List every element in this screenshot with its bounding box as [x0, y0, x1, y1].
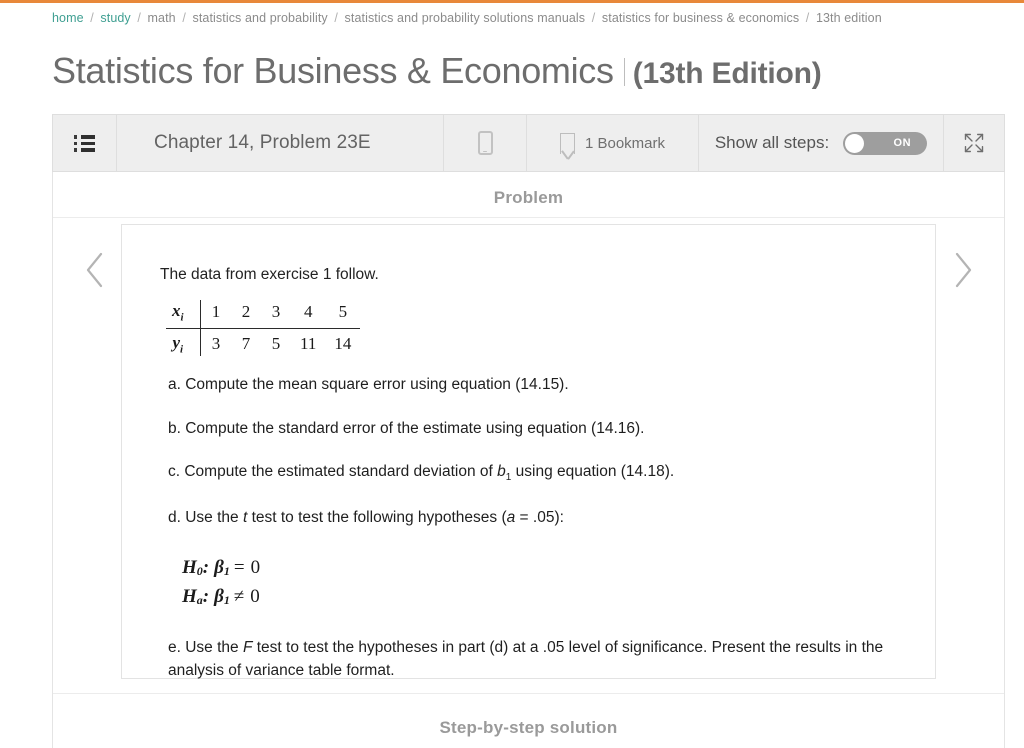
breadcrumb-separator: /: [805, 11, 810, 25]
table-row-y: yi 3 7 5 11 14: [166, 328, 360, 357]
hypothesis-parameter: β: [214, 586, 224, 608]
part-d-text-pre: d. Use the: [168, 508, 243, 526]
problem-part-b: b. Compute the standard error of the est…: [168, 419, 645, 437]
breadcrumb-separator: /: [182, 11, 186, 25]
part-d-text-post: = .05):: [515, 508, 564, 526]
fullscreen-button[interactable]: [944, 115, 1004, 171]
menu-button[interactable]: [53, 115, 117, 171]
hypothesis-name: H: [182, 557, 197, 579]
problem-section-heading: Problem: [493, 188, 564, 207]
hypothesis-parameter: β: [214, 557, 224, 579]
page-title: Statistics for Business & Economics (13t…: [52, 50, 822, 92]
table-cell: 5: [271, 333, 281, 353]
hypothesis-null: H0: β1 = 0: [182, 553, 893, 582]
problem-part-a: a. Compute the mean square error using e…: [168, 376, 569, 394]
part-c-text-pre: c. Compute the estimated standard deviat…: [168, 462, 498, 480]
problem-part-e: e. Use the F test to test the hypotheses…: [168, 636, 893, 683]
hypothesis-operator: =: [233, 557, 245, 579]
breadcrumb-item-edition[interactable]: 13th edition: [816, 11, 882, 25]
hypothesis-value: 0: [250, 586, 260, 608]
problem-toolbar: Chapter 14, Problem 23E 1 Bookmark Show …: [52, 114, 1005, 172]
table-cell: 3: [261, 300, 291, 329]
problem-intro-text: The data from exercise 1 follow.: [160, 266, 379, 283]
part-c-text-post: using equation (14.18).: [511, 462, 675, 480]
bookmark-count-label: 1 Bookmark: [584, 134, 666, 152]
breadcrumb-separator: /: [137, 11, 141, 25]
problem-part-d: d. Use the t test to test the following …: [168, 507, 893, 529]
title-divider: [623, 58, 625, 86]
hypothesis-parameter-subscript: 1: [223, 593, 230, 608]
breadcrumb-item-math[interactable]: math: [148, 11, 176, 25]
hypothesis-parameter-subscript: 1: [223, 564, 230, 579]
row-y-label: yi: [172, 332, 184, 356]
table-row-x: xi 1 2 3 4 5: [166, 300, 361, 329]
row-x-label: xi: [166, 300, 200, 329]
hypothesis-name: H: [182, 586, 197, 608]
breadcrumb-item-study[interactable]: study: [100, 11, 130, 25]
bookmark-icon: [559, 132, 575, 154]
table-cell: 3: [211, 333, 221, 353]
breadcrumb-separator: /: [334, 11, 338, 25]
hypothesis-operator: ≠: [233, 586, 245, 608]
hypothesis-alternative: Ha: β1 ≠ 0: [182, 582, 893, 611]
solution-divider: [53, 693, 1004, 694]
problem-divider: [53, 217, 1004, 218]
problem-parts-list: a. Compute the mean square error using e…: [168, 374, 893, 682]
bookmark-button[interactable]: 1 Bookmark: [527, 115, 699, 171]
problem-data-table: xi 1 2 3 4 5 yi 3 7 5 11 14: [166, 300, 361, 357]
breadcrumb-separator: /: [591, 11, 596, 25]
table-cell: 5: [325, 300, 361, 329]
next-problem-button[interactable]: [950, 248, 976, 292]
expand-arrows-icon: [964, 133, 984, 153]
top-accent-strip: [0, 0, 1024, 3]
table-cell: 11: [300, 333, 317, 353]
breadcrumb: home / study / math / statistics and pro…: [52, 11, 882, 25]
breadcrumb-item-solutions-manuals[interactable]: statistics and probability solutions man…: [345, 11, 586, 25]
page-title-edition: (13th Edition): [632, 57, 822, 90]
mobile-device-icon: [477, 131, 493, 155]
previous-problem-button[interactable]: [82, 248, 108, 292]
chevron-left-icon: [86, 252, 103, 288]
part-d-alpha: a: [506, 508, 516, 526]
page-title-main: Statistics for Business & Economics: [52, 50, 614, 91]
part-d-text-mid: test to test the following hypotheses (: [247, 508, 507, 526]
solution-section-heading: Step-by-step solution: [439, 718, 618, 737]
hypotheses-block: H0: β1 = 0 Ha: β1 ≠ 0: [182, 553, 893, 612]
breadcrumb-item-home[interactable]: home: [52, 11, 84, 25]
chevron-right-icon: [955, 252, 972, 288]
list-icon: [73, 135, 96, 152]
problem-card: The data from exercise 1 follow. xi 1 2 …: [121, 224, 936, 679]
show-all-steps-control: Show all steps: ON: [699, 115, 944, 171]
breadcrumb-separator: /: [90, 11, 94, 25]
show-all-steps-label: Show all steps:: [714, 133, 830, 152]
part-e-text-pre: e. Use the: [168, 638, 243, 656]
problem-part-c: c. Compute the estimated standard deviat…: [168, 461, 893, 486]
breadcrumb-item-book[interactable]: statistics for business & economics: [602, 11, 799, 25]
breadcrumb-item-statistics-and-probability[interactable]: statistics and probability: [192, 11, 327, 25]
table-cell: 4: [291, 300, 326, 329]
part-e-text-post: test to test the hypotheses in part (d) …: [168, 638, 884, 680]
toggle-state-label: ON: [893, 137, 912, 149]
show-all-steps-toggle[interactable]: ON: [843, 131, 928, 155]
table-cell: 1: [201, 300, 231, 329]
chapter-problem-selector[interactable]: Chapter 14, Problem 23E: [117, 115, 444, 171]
hypothesis-value: 0: [250, 557, 261, 579]
table-cell: 14: [334, 333, 352, 353]
mobile-view-button[interactable]: [444, 115, 527, 171]
toggle-knob: [845, 133, 865, 153]
part-c-variable: b: [497, 462, 506, 480]
page-root: home / study / math / statistics and pro…: [0, 0, 1024, 748]
table-cell: 2: [231, 300, 261, 329]
table-cell: 7: [241, 333, 251, 353]
chapter-problem-label: Chapter 14, Problem 23E: [154, 132, 371, 153]
